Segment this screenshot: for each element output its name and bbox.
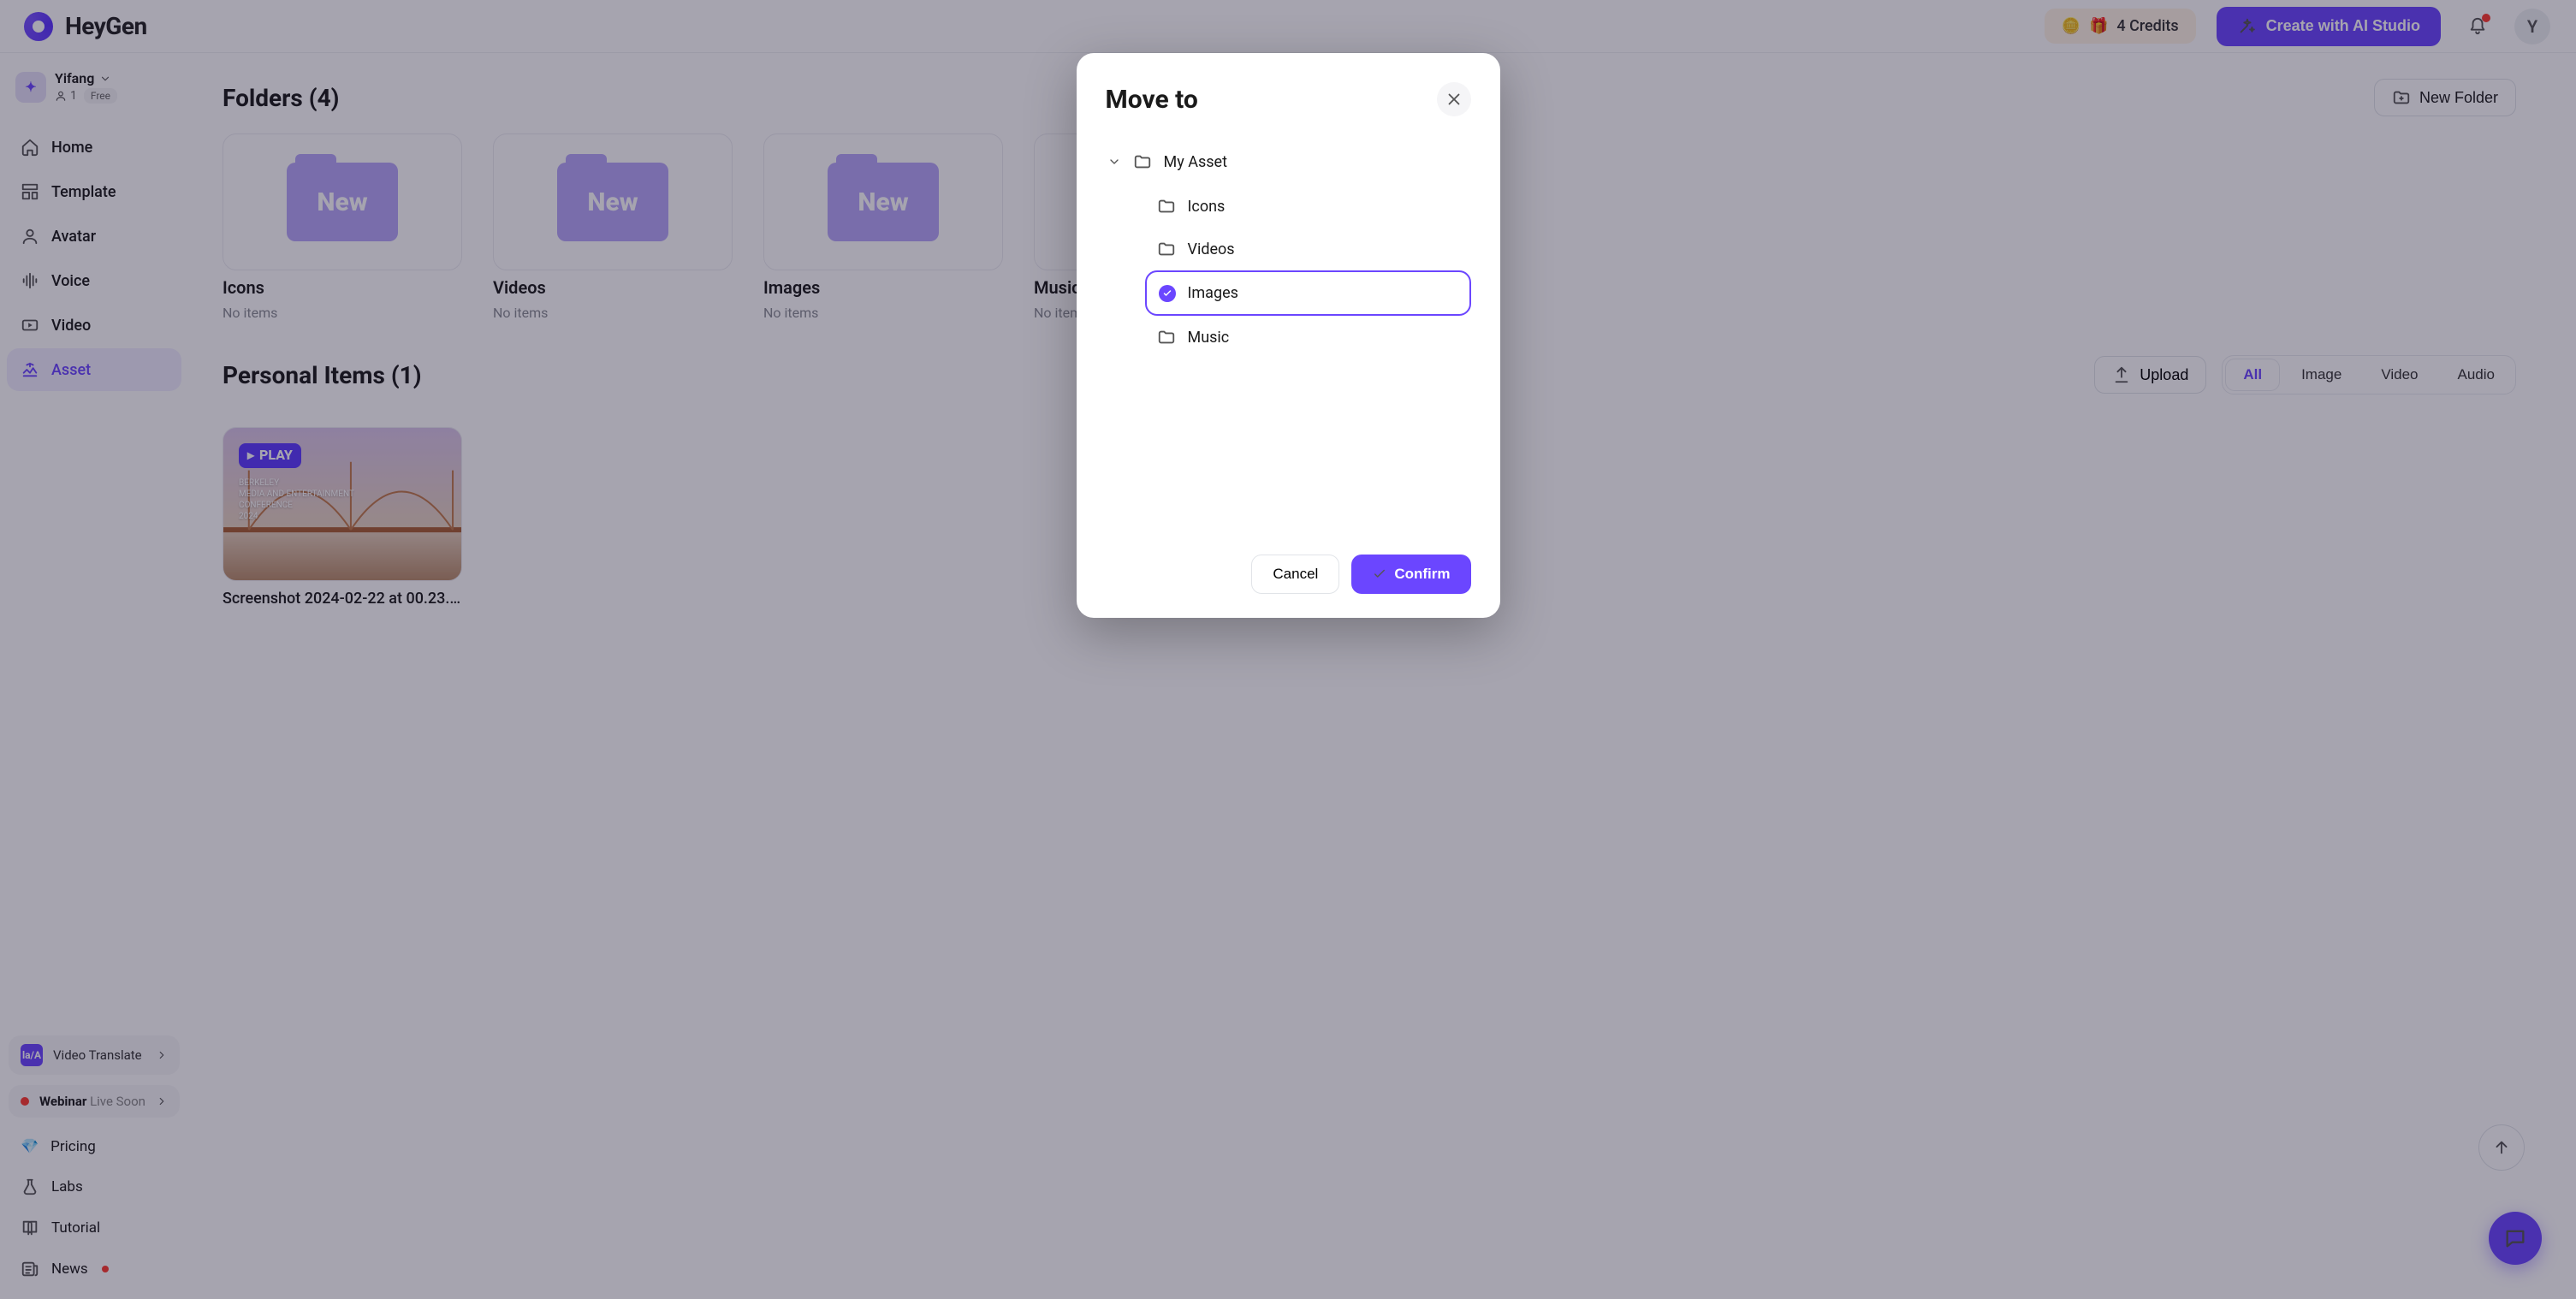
folder-icon — [1133, 152, 1152, 171]
tree-label: Videos — [1188, 240, 1235, 258]
tree-label: Images — [1188, 284, 1238, 302]
folder-icon — [1157, 240, 1176, 258]
tree-item-music[interactable]: Music — [1145, 316, 1471, 359]
modal-close-button[interactable] — [1437, 82, 1471, 116]
confirm-label: Confirm — [1394, 566, 1450, 583]
tree-label: Music — [1188, 329, 1230, 347]
check-icon — [1372, 566, 1387, 582]
tree-item-videos[interactable]: Videos — [1145, 228, 1471, 270]
selected-check-icon — [1159, 285, 1176, 302]
modal-title: Move to — [1106, 85, 1198, 115]
chevron-down-icon — [1107, 155, 1121, 169]
folder-icon — [1157, 197, 1176, 216]
tree-item-icons[interactable]: Icons — [1145, 185, 1471, 228]
modal-scrim[interactable]: Move to My Asset Icons Videos — [0, 0, 2576, 1299]
cancel-button[interactable]: Cancel — [1251, 555, 1339, 594]
folder-icon — [1157, 328, 1176, 347]
tree-item-images[interactable]: Images — [1145, 270, 1471, 316]
tree-label: My Asset — [1164, 153, 1227, 171]
move-to-modal: Move to My Asset Icons Videos — [1077, 53, 1500, 618]
close-icon — [1445, 90, 1463, 109]
confirm-button[interactable]: Confirm — [1351, 555, 1470, 594]
tree-label: Icons — [1188, 198, 1226, 216]
tree-item-my-asset[interactable]: My Asset — [1106, 140, 1471, 183]
